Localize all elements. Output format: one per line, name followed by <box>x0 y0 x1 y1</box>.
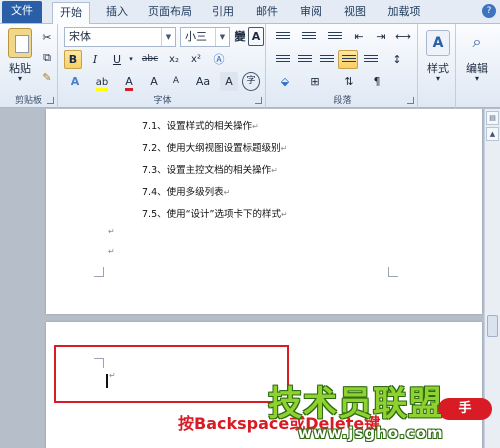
font-name-box[interactable]: 宋体 ▼ <box>64 27 176 47</box>
paragraph-mark: ↵ <box>108 227 115 236</box>
paragraph-group: ⇤ ⇥ ⟷ ↕ ⬙ ⊞ ⇅ ¶ 段落 <box>268 24 418 108</box>
tab-home[interactable]: 开始 <box>52 2 90 25</box>
format-painter-icon[interactable]: ✎ <box>38 68 56 87</box>
editing-group: ⌕ 编辑 ▾ <box>458 24 496 108</box>
borders-icon[interactable]: ⊞ <box>302 72 328 91</box>
tab-view[interactable]: 视图 <box>338 2 372 24</box>
show-marks-icon[interactable]: ¶ <box>368 72 386 91</box>
shading-icon[interactable]: ⬙ <box>272 72 298 91</box>
paragraph-mark: ↵ <box>108 247 115 256</box>
strikethrough-button[interactable]: abc <box>138 50 162 69</box>
cut-icon[interactable]: ✂ <box>38 28 56 47</box>
paste-dropdown-icon[interactable]: ▾ <box>4 74 36 83</box>
distributed-icon[interactable] <box>360 50 380 69</box>
align-right-icon[interactable] <box>316 50 336 69</box>
tab-insert[interactable]: 插入 <box>100 2 134 24</box>
toc-line: 7.2、使用大纲视图设置标题级别↵ <box>142 143 288 154</box>
increase-indent-icon[interactable]: ⇥ <box>372 27 390 46</box>
ribbon-tab-bar: 文件 开始 插入 页面布局 引用 邮件 审阅 视图 加载项 ? <box>0 0 500 25</box>
toc-line: 7.5、使用“设计”选项卡下的样式↵ <box>142 209 288 220</box>
align-left-icon[interactable] <box>272 50 292 69</box>
shrink-font-button[interactable]: A <box>166 72 186 91</box>
subscript-button[interactable]: x₂ <box>164 50 184 69</box>
site-url: www.jsgho.com <box>298 424 444 442</box>
copy-icon[interactable]: ⧉ <box>38 48 56 67</box>
font-launcher-icon[interactable] <box>255 97 262 104</box>
tab-mailings[interactable]: 邮件 <box>250 2 284 24</box>
tab-addins[interactable]: 加载项 <box>382 2 426 24</box>
ruler-icon[interactable]: ▤ <box>486 111 499 125</box>
highlight-box <box>54 345 289 403</box>
margin-corner-mark <box>94 267 104 277</box>
enclose-char-icon[interactable]: 字 <box>242 72 260 91</box>
tab-review[interactable]: 审阅 <box>294 2 328 24</box>
italic-button[interactable]: I <box>86 50 104 69</box>
clipboard-launcher-icon[interactable] <box>47 97 54 104</box>
scrollbar-thumb[interactable] <box>487 315 498 337</box>
multilevel-list-icon[interactable] <box>324 27 346 46</box>
line-spacing-icon[interactable]: ↕ <box>384 50 410 69</box>
word-window: 文件 开始 插入 页面布局 引用 邮件 审阅 视图 加载项 ? 粘贴 ▾ ✂ ⧉… <box>0 0 500 448</box>
text-effects-button[interactable]: A <box>64 72 86 91</box>
tab-references[interactable]: 引用 <box>206 2 240 24</box>
help-icon[interactable]: ? <box>482 4 496 18</box>
red-pill-badge: 手 <box>438 398 492 420</box>
tab-file[interactable]: 文件 <box>2 1 42 23</box>
bold-button[interactable]: B <box>64 50 82 69</box>
paragraph-group-label: 段落 <box>333 96 352 106</box>
change-case-button[interactable]: Aa <box>190 72 216 91</box>
phonetic-guide-button[interactable]: 變 <box>232 27 248 46</box>
character-border-button[interactable]: A <box>248 27 264 46</box>
styles-dropdown-icon[interactable]: ▾ <box>420 74 456 83</box>
paste-icon[interactable] <box>8 28 32 58</box>
font-group: 宋体 ▼ 小三 ▼ 變 A B I U ▾ abc x₂ x² Ⓐ A ab A… <box>60 24 266 108</box>
tab-page-layout[interactable]: 页面布局 <box>144 2 196 24</box>
numbering-icon[interactable] <box>298 27 320 46</box>
font-size-value: 小三 <box>185 30 207 43</box>
binoculars-icon[interactable]: ⌕ <box>465 30 489 56</box>
font-group-label: 字体 <box>153 96 172 106</box>
underline-dropdown-icon[interactable]: ▾ <box>126 50 136 69</box>
vertical-scrollbar[interactable]: ▤ ▲ <box>484 109 500 448</box>
char-shading-button[interactable]: A <box>220 72 238 91</box>
arrow-up-icon[interactable]: ▲ <box>486 127 499 141</box>
page-1[interactable]: 7.1、设置样式的相关操作↵ 7.2、使用大纲视图设置标题级别↵ 7.3、设置主… <box>46 109 482 314</box>
chevron-down-icon[interactable]: ▼ <box>161 28 175 46</box>
site-logo: 技术员联盟 <box>268 384 443 424</box>
font-color-icon[interactable]: A <box>118 72 140 91</box>
text-caret <box>106 374 108 388</box>
underline-button[interactable]: U <box>108 50 126 69</box>
chinese-layout-icon[interactable]: ⟷ <box>394 27 412 46</box>
highlight-color-icon[interactable]: ab <box>90 72 114 91</box>
styles-group: A 样式 ▾ <box>420 24 456 108</box>
text-effects-icon[interactable]: Ⓐ <box>210 50 228 69</box>
paragraph-launcher-icon[interactable] <box>407 97 414 104</box>
margin-corner-mark <box>388 267 398 277</box>
justify-icon[interactable] <box>338 50 358 69</box>
editing-dropdown-icon[interactable]: ▾ <box>458 74 496 83</box>
clipboard-group: 粘贴 ▾ ✂ ⧉ ✎ 剪贴板 <box>0 24 58 108</box>
decrease-indent-icon[interactable]: ⇤ <box>350 27 368 46</box>
ribbon: 粘贴 ▾ ✂ ⧉ ✎ 剪贴板 宋体 ▼ 小三 ▼ 變 A B I U ▾ abc <box>0 24 500 108</box>
sort-icon[interactable]: ⇅ <box>336 72 362 91</box>
toc-line: 7.3、设置主控文档的相关操作↵ <box>142 165 278 176</box>
superscript-button[interactable]: x² <box>186 50 206 69</box>
font-size-box[interactable]: 小三 ▼ <box>180 27 230 47</box>
align-center-icon[interactable] <box>294 50 314 69</box>
styles-icon[interactable]: A <box>426 30 450 56</box>
font-name-value: 宋体 <box>69 30 91 43</box>
chevron-down-icon[interactable]: ▼ <box>215 28 229 46</box>
toc-line: 7.1、设置样式的相关操作↵ <box>142 121 259 132</box>
paragraph-mark: ↵ <box>109 371 116 380</box>
toc-line: 7.4、使用多级列表↵ <box>142 187 231 198</box>
grow-font-button[interactable]: A <box>144 72 164 91</box>
bullets-icon[interactable] <box>272 27 294 46</box>
